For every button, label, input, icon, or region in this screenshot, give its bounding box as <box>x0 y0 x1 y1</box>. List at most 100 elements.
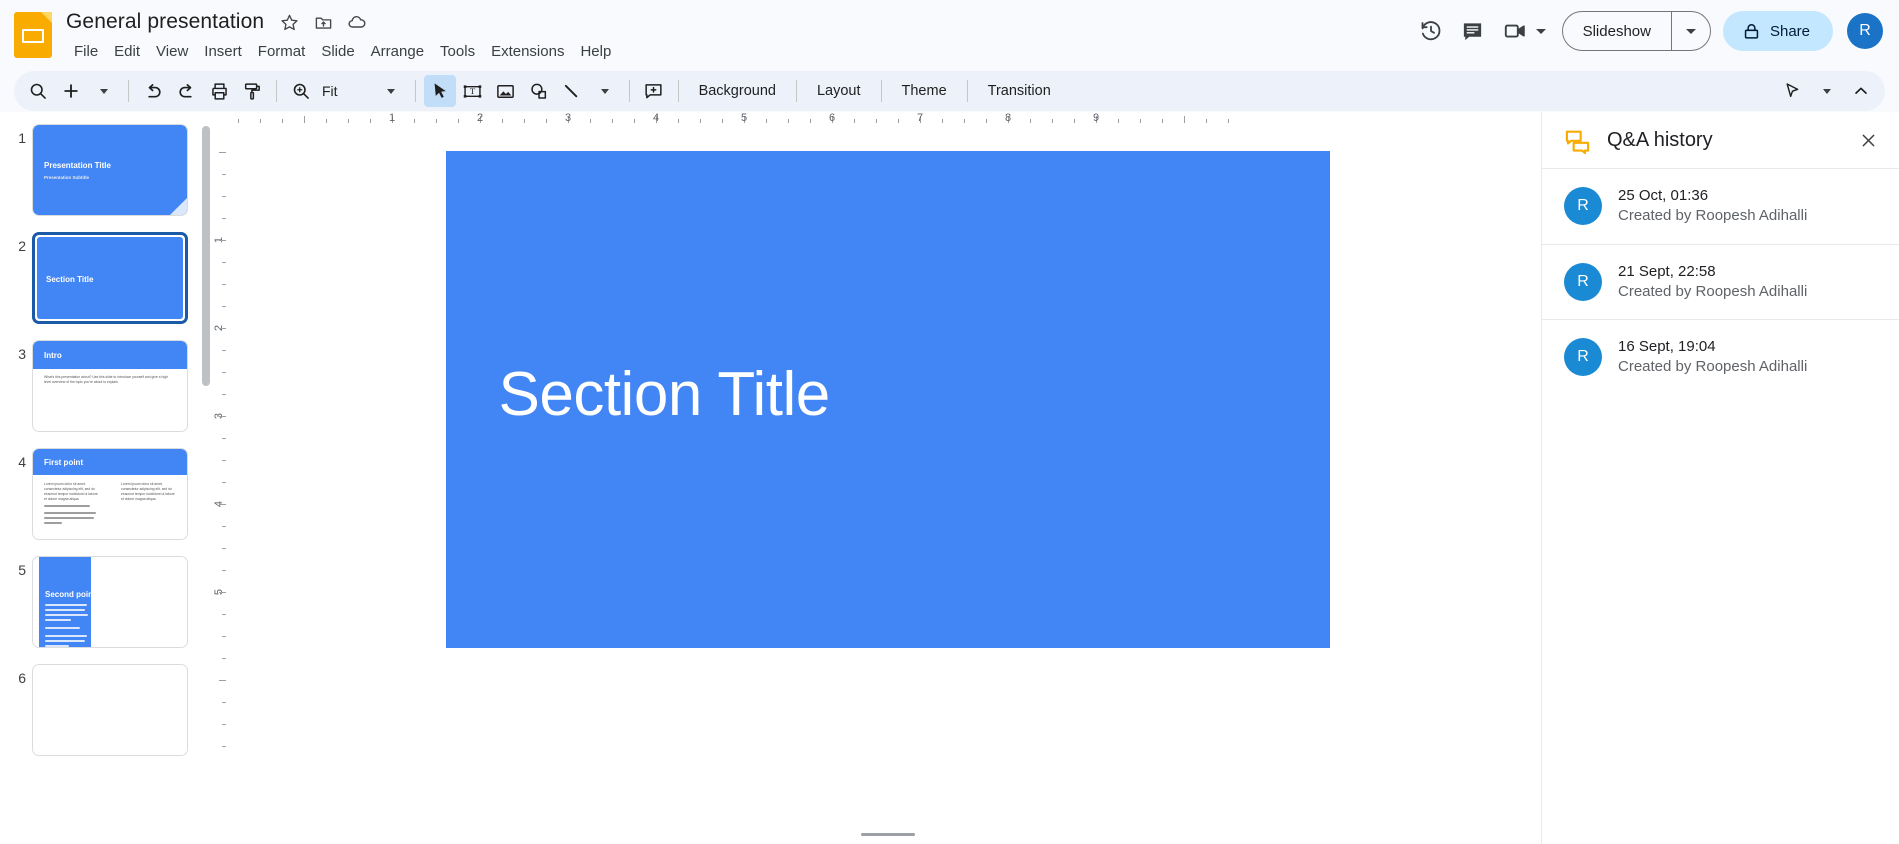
slide-thumbnail-1[interactable]: Presentation Title Presentation Subtitle <box>32 124 188 216</box>
add-comment-icon[interactable] <box>638 75 670 107</box>
ruler-tick <box>458 119 459 123</box>
ruler-tick <box>222 306 226 307</box>
add-slide-chevron-down-icon[interactable] <box>88 75 120 107</box>
toolbar-divider <box>276 80 277 102</box>
document-title[interactable]: General presentation <box>62 8 268 36</box>
menu-file[interactable]: File <box>66 40 106 63</box>
ruler-tick <box>222 614 226 615</box>
ruler-tick <box>810 119 811 123</box>
title-row: General presentation <box>62 6 619 38</box>
qa-history-list: R 25 Oct, 01:36 Created by Roopesh Adiha… <box>1542 168 1899 844</box>
print-icon[interactable] <box>203 75 235 107</box>
current-slide[interactable]: Section Title <box>446 151 1330 648</box>
add-slide-icon[interactable] <box>55 75 87 107</box>
close-icon[interactable] <box>1851 123 1885 157</box>
ruler-tick <box>348 119 349 123</box>
search-icon[interactable] <box>22 75 54 107</box>
slide-filmstrip[interactable]: 1 Presentation Title Presentation Subtit… <box>0 112 214 844</box>
chevron-down-icon[interactable] <box>1536 29 1546 34</box>
laser-pointer-icon[interactable] <box>1777 75 1809 107</box>
redo-icon[interactable] <box>170 75 202 107</box>
filmstrip-row: 2 Section Title <box>0 232 214 324</box>
filmstrip-scrollbar[interactable] <box>202 126 210 386</box>
line-chevron-down-icon[interactable] <box>589 75 621 107</box>
svg-text:T: T <box>470 86 476 96</box>
slide-number: 1 <box>4 124 32 146</box>
slide-thumbnail-2[interactable]: Section Title <box>32 232 188 324</box>
undo-icon[interactable] <box>137 75 169 107</box>
collapse-toolbar-chevron-up-icon[interactable] <box>1845 75 1877 107</box>
cloud-saved-icon[interactable] <box>344 9 370 35</box>
background-button[interactable]: Background <box>687 75 788 107</box>
menu-arrange[interactable]: Arrange <box>363 40 432 63</box>
menu-format[interactable]: Format <box>250 40 314 63</box>
layout-button[interactable]: Layout <box>805 75 873 107</box>
slide-canvas[interactable]: Section Title <box>234 130 1541 844</box>
ruler-tick <box>222 372 226 373</box>
thumb-body-col2: Lorem ipsum dolor sit amet, consectetur … <box>121 482 175 502</box>
move-to-folder-icon[interactable] <box>310 9 336 35</box>
menu-edit[interactable]: Edit <box>106 40 148 63</box>
qa-history-item[interactable]: R 21 Sept, 22:58 Created by Roopesh Adih… <box>1542 244 1899 320</box>
transition-button[interactable]: Transition <box>976 75 1063 107</box>
slide-thumbnail-6[interactable] <box>32 664 188 756</box>
insert-image-icon[interactable] <box>490 75 522 107</box>
share-button[interactable]: Share <box>1723 11 1833 51</box>
menu-view[interactable]: View <box>148 40 196 63</box>
paint-format-icon[interactable] <box>236 75 268 107</box>
qa-history-item[interactable]: R 16 Sept, 19:04 Created by Roopesh Adih… <box>1542 319 1899 395</box>
horizontal-ruler[interactable]: 123456789 <box>234 112 1541 130</box>
comment-icon[interactable] <box>1452 10 1494 52</box>
zoom-chevron-down-icon[interactable] <box>375 75 407 107</box>
ruler-tick <box>898 119 899 123</box>
slide-thumbnail-3[interactable]: Intro What's this presentation about? Us… <box>32 340 188 432</box>
zoom-level-value[interactable]: Fit <box>318 83 348 99</box>
ruler-tick <box>964 119 965 123</box>
qa-history-item[interactable]: R 25 Oct, 01:36 Created by Roopesh Adiha… <box>1542 168 1899 244</box>
ruler-tick <box>222 350 226 351</box>
zoom-icon[interactable] <box>285 75 317 107</box>
avatar: R <box>1564 187 1602 225</box>
cursor-select-icon[interactable] <box>424 75 456 107</box>
slideshow-options-chevron-down-icon[interactable] <box>1672 12 1710 50</box>
ruler-tick <box>524 119 525 123</box>
laser-chevron-down-icon[interactable] <box>1811 75 1843 107</box>
menu-extensions[interactable]: Extensions <box>483 40 572 63</box>
text-box-icon[interactable]: T <box>457 75 489 107</box>
toolbar-divider <box>881 80 882 102</box>
avatar[interactable]: R <box>1847 13 1883 49</box>
filmstrip-row: 4 First point Lorem ipsum dolor sit amet… <box>0 448 214 540</box>
shape-icon[interactable] <box>523 75 555 107</box>
version-history-icon[interactable] <box>1410 10 1452 52</box>
menu-tools[interactable]: Tools <box>432 40 483 63</box>
ruler-tick <box>766 119 767 123</box>
slide-thumbnail-5[interactable]: Second point <box>32 556 188 648</box>
vertical-ruler[interactable]: 12345 <box>214 130 234 844</box>
meet-present-button[interactable] <box>1494 10 1552 52</box>
ruler-tick <box>219 416 226 417</box>
slide-thumbnail-4[interactable]: First point Lorem ipsum dolor sit amet, … <box>32 448 188 540</box>
slideshow-button[interactable]: Slideshow <box>1563 12 1671 50</box>
slide-title-text[interactable]: Section Title <box>499 359 830 430</box>
thumb-subtitle: Presentation Subtitle <box>44 175 89 180</box>
ruler-tick <box>942 119 943 123</box>
ruler-label: 5 <box>741 112 747 124</box>
menu-insert[interactable]: Insert <box>196 40 250 63</box>
thumb-title: Section Title <box>46 275 93 284</box>
ruler-tick <box>678 119 679 123</box>
line-icon[interactable] <box>556 75 588 107</box>
ruler-tick <box>326 119 327 123</box>
ruler-tick <box>222 196 226 197</box>
ruler-tick <box>1206 119 1207 123</box>
menu-slide[interactable]: Slide <box>313 40 362 63</box>
video-camera-icon[interactable] <box>1494 10 1536 52</box>
menu-help[interactable]: Help <box>572 40 619 63</box>
speaker-notes-handle[interactable] <box>861 833 915 836</box>
theme-button[interactable]: Theme <box>890 75 959 107</box>
ruler-tick <box>436 119 437 123</box>
star-icon[interactable] <box>276 9 302 35</box>
ruler-tick <box>222 746 226 747</box>
ruler-label: 7 <box>917 112 923 124</box>
ruler-tick <box>700 119 701 123</box>
ruler-tick <box>854 119 855 123</box>
